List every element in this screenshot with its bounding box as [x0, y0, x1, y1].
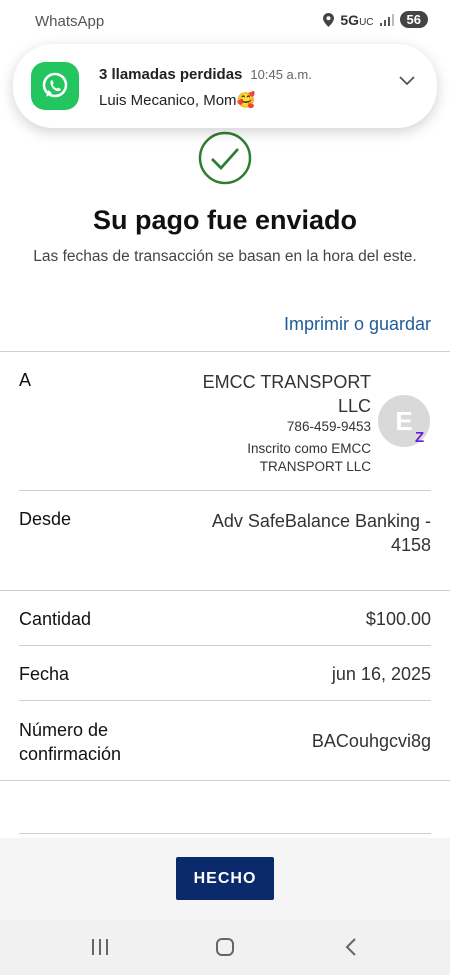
date-value: jun 16, 2025: [331, 664, 431, 684]
recipient-phone: 786-459-9453: [286, 419, 371, 434]
from-account: Adv SafeBalance Banking - 4158: [211, 511, 431, 555]
notification-title: 3 llamadas perdidas 10:45 a.m.: [99, 66, 312, 83]
status-bar: WhatsApp 5GUC 56: [0, 0, 450, 42]
battery-indicator: 56: [399, 11, 428, 28]
confirmation-label: Número de confirmación: [19, 720, 122, 764]
status-app-name: WhatsApp: [35, 13, 105, 30]
chevron-down-icon[interactable]: [399, 76, 415, 86]
date-label: Fecha: [19, 664, 70, 684]
done-button[interactable]: HECHO: [176, 857, 274, 900]
home-icon[interactable]: [215, 937, 235, 957]
signal-icon: [379, 13, 394, 26]
divider: [0, 590, 450, 591]
notification-body: Luis Mecanico, Mom🥰: [99, 92, 256, 109]
whatsapp-icon: [31, 62, 79, 110]
page-title: Su pago fue enviado: [92, 205, 358, 235]
recipient-name: EMCC TRANSPORT LLC: [202, 372, 371, 416]
notification-time: 10:45 a.m.: [250, 67, 312, 82]
status-icons: 5GUC 56: [323, 11, 428, 28]
zelle-icon: Z: [415, 429, 425, 446]
recent-apps-icon[interactable]: [90, 937, 110, 957]
location-icon: [323, 12, 335, 27]
divider: [19, 700, 431, 701]
amount-value: $100.00: [365, 609, 431, 629]
amount-label: Cantidad: [19, 609, 92, 629]
divider: [19, 645, 431, 646]
divider: [19, 833, 431, 834]
divider: [19, 490, 431, 491]
confirmation-value: BACouhgcvi8g: [311, 731, 431, 751]
divider: [0, 351, 450, 352]
from-label: Desde: [19, 509, 72, 529]
page-subtitle: Las fechas de transacción se basan en la…: [33, 248, 417, 265]
success-check-icon: [198, 131, 252, 185]
to-label: A: [19, 370, 32, 390]
whatsapp-notification[interactable]: 3 llamadas perdidas 10:45 a.m. Luis Mecan…: [13, 44, 437, 128]
divider: [0, 780, 450, 781]
back-icon[interactable]: [343, 937, 359, 957]
network-type: 5GUC: [340, 11, 374, 28]
print-or-save-link[interactable]: Imprimir o guardar: [284, 314, 431, 335]
recipient-enrolled-name: Inscrito como EMCC TRANSPORT LLC: [247, 441, 371, 474]
